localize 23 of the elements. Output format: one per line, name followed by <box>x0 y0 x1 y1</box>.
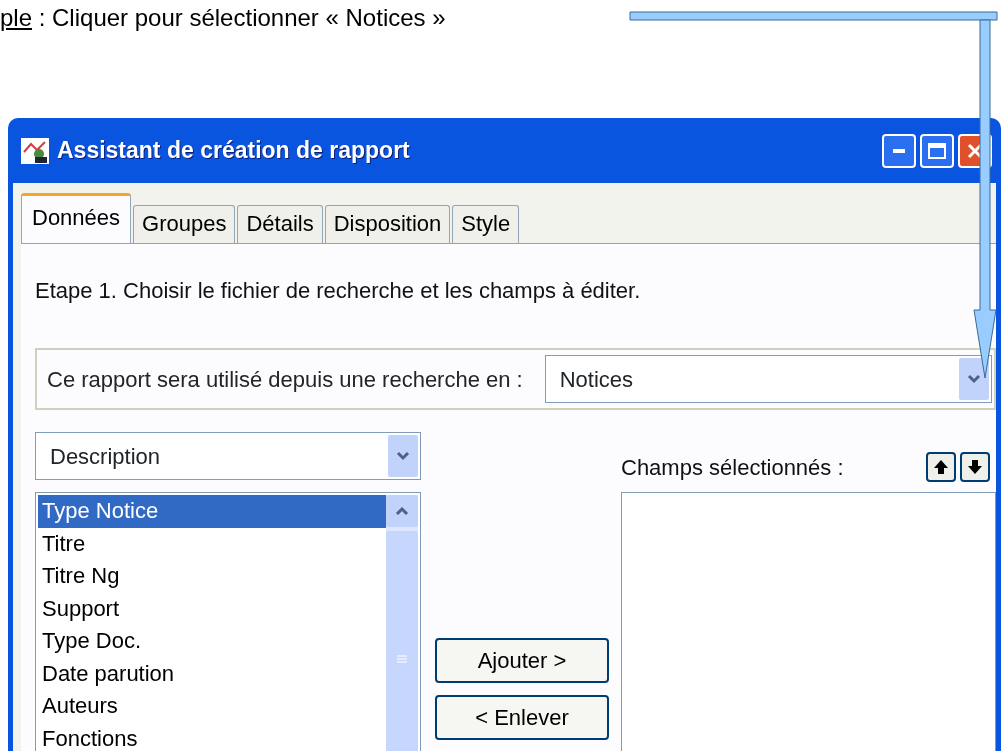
tab[interactable]: Disposition <box>324 205 451 243</box>
list-item[interactable]: Titre Ng <box>38 560 386 593</box>
caption-label: ple <box>0 4 33 31</box>
step-instructions: Etape 1. Choisir le fichier de recherche et les champs à éditer. <box>35 278 641 303</box>
list-item[interactable]: Support <box>38 592 386 625</box>
tab[interactable]: Données <box>21 193 132 243</box>
tab[interactable]: Détails <box>237 205 323 243</box>
list-item[interactable]: Titre <box>38 527 386 560</box>
category-dropdown[interactable]: Description <box>35 432 421 480</box>
remove-button[interactable]: < Enlever <box>435 695 609 740</box>
window-title: Assistant de création de rapport <box>57 136 410 166</box>
add-button[interactable]: Ajouter > <box>435 638 609 683</box>
list-item[interactable]: Type Doc. <box>38 625 386 658</box>
list-item[interactable]: Fonctions <box>38 722 386 751</box>
selected-fields-label: Champs sélectionnés : <box>621 453 844 482</box>
list-item[interactable]: Date parution <box>38 657 386 690</box>
list-item[interactable]: Auteurs <box>38 690 386 723</box>
search-source-dropdown[interactable]: Notices <box>544 355 992 403</box>
tab[interactable]: Style <box>452 205 520 243</box>
caption-text: : Cliquer pour sélectionner « Notices » <box>37 4 446 31</box>
search-source-label: Ce rapport sera utilisé depuis une recherche en : <box>47 365 523 394</box>
list-item[interactable]: Type Notice <box>38 495 386 528</box>
tab[interactable]: Groupes <box>133 205 236 243</box>
